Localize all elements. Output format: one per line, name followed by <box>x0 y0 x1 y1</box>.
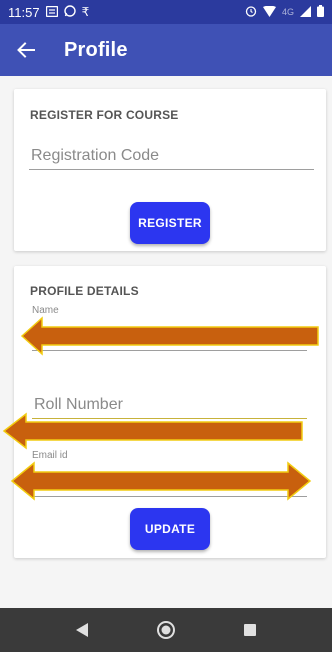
page-title: Profile <box>64 38 128 61</box>
registration-code-underline <box>29 169 314 170</box>
app-bar: Profile <box>0 24 332 76</box>
register-button[interactable]: REGISTER <box>130 202 210 244</box>
whatsapp-icon <box>63 5 76 19</box>
rupee-icon: ₹ <box>81 5 90 19</box>
wifi-icon <box>262 5 276 19</box>
profile-heading: PROFILE DETAILS <box>30 284 139 298</box>
notification-icon <box>45 5 58 19</box>
alarm-icon <box>245 5 257 19</box>
battery-icon <box>317 5 324 19</box>
status-bar: 11:57 ₹ 4G <box>0 0 332 24</box>
register-heading: REGISTER FOR COURSE <box>30 108 179 122</box>
circle-home-icon[interactable] <box>155 619 177 641</box>
signal-icon <box>300 5 311 19</box>
register-course-card: REGISTER FOR COURSE REGISTER <box>14 89 326 251</box>
name-label: Name <box>32 305 59 316</box>
registration-code-input[interactable] <box>29 147 314 169</box>
arrow-left-icon[interactable] <box>16 40 36 60</box>
annotation-arrow-double <box>10 461 312 501</box>
square-recents-icon[interactable] <box>239 619 261 641</box>
network-type: 4G <box>281 7 294 17</box>
update-button[interactable]: UPDATE <box>130 508 210 550</box>
triangle-left-icon[interactable] <box>71 619 93 641</box>
system-nav-bar <box>0 608 332 652</box>
status-right: 4G <box>245 5 324 19</box>
annotation-arrow-left-roll <box>2 412 303 450</box>
annotation-arrow-left-name <box>20 316 319 356</box>
registration-code-field <box>29 147 314 170</box>
email-label: Email id <box>32 450 68 461</box>
status-time: 11:57 <box>8 4 40 20</box>
status-left: 11:57 ₹ <box>8 5 89 20</box>
